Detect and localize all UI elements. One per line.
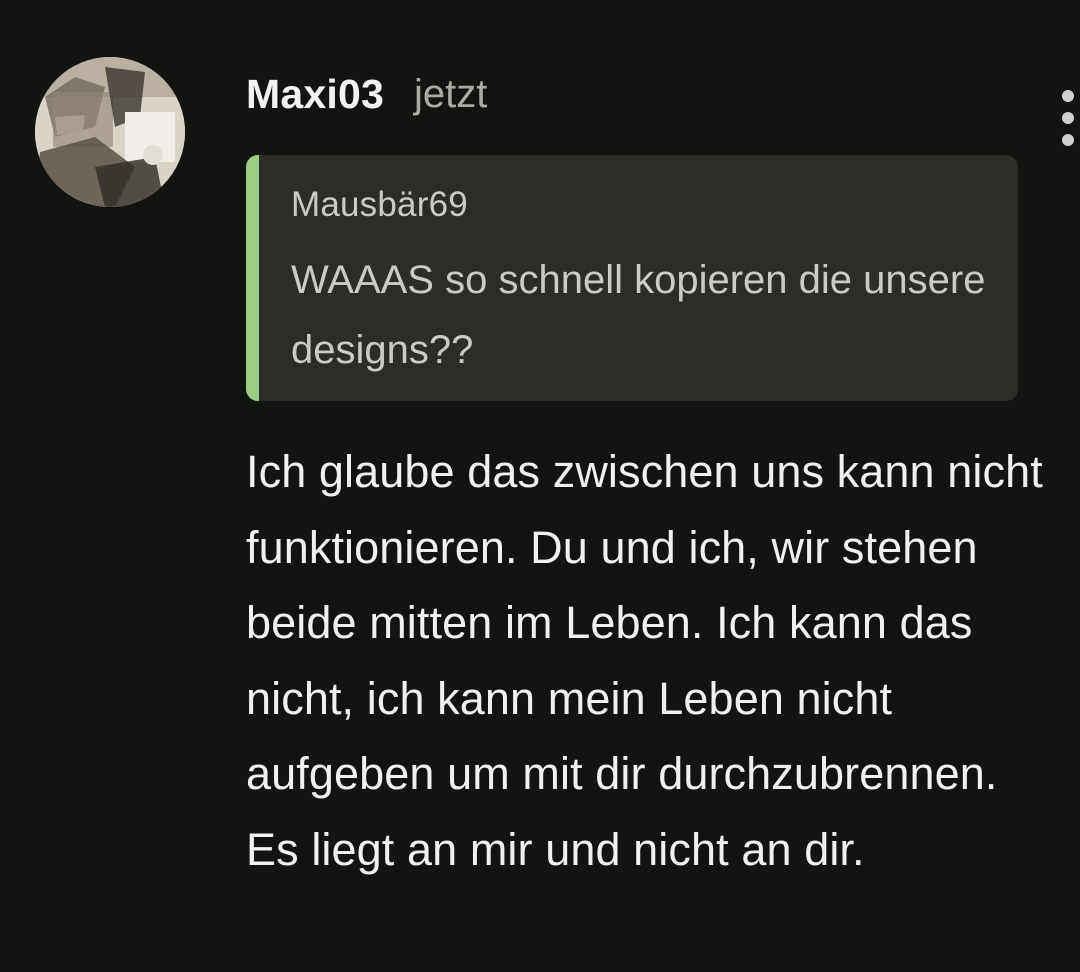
comment-item: Maxi03 jetzt Mausbär69 WAAAS so schnell …: [0, 0, 1080, 972]
more-vertical-icon[interactable]: [1056, 90, 1080, 146]
more-dot: [1062, 134, 1074, 146]
more-dot: [1062, 90, 1074, 102]
timestamp: jetzt: [413, 71, 488, 116]
comment-header: Maxi03 jetzt: [246, 66, 487, 122]
comment-body: Ich glaube das zwischen uns kann nicht f…: [246, 446, 1043, 875]
quote-text: WAAAS so schnell kopieren die unsere des…: [291, 258, 986, 372]
avatar-photo: [35, 57, 185, 207]
author-name[interactable]: Maxi03: [246, 71, 384, 118]
more-dot: [1062, 112, 1074, 124]
avatar[interactable]: [35, 57, 185, 207]
quote-author: Mausbär69: [291, 185, 468, 224]
quote-accent-bar: [246, 155, 259, 401]
quoted-reply[interactable]: Mausbär69 WAAAS so schnell kopieren die …: [246, 155, 1018, 401]
